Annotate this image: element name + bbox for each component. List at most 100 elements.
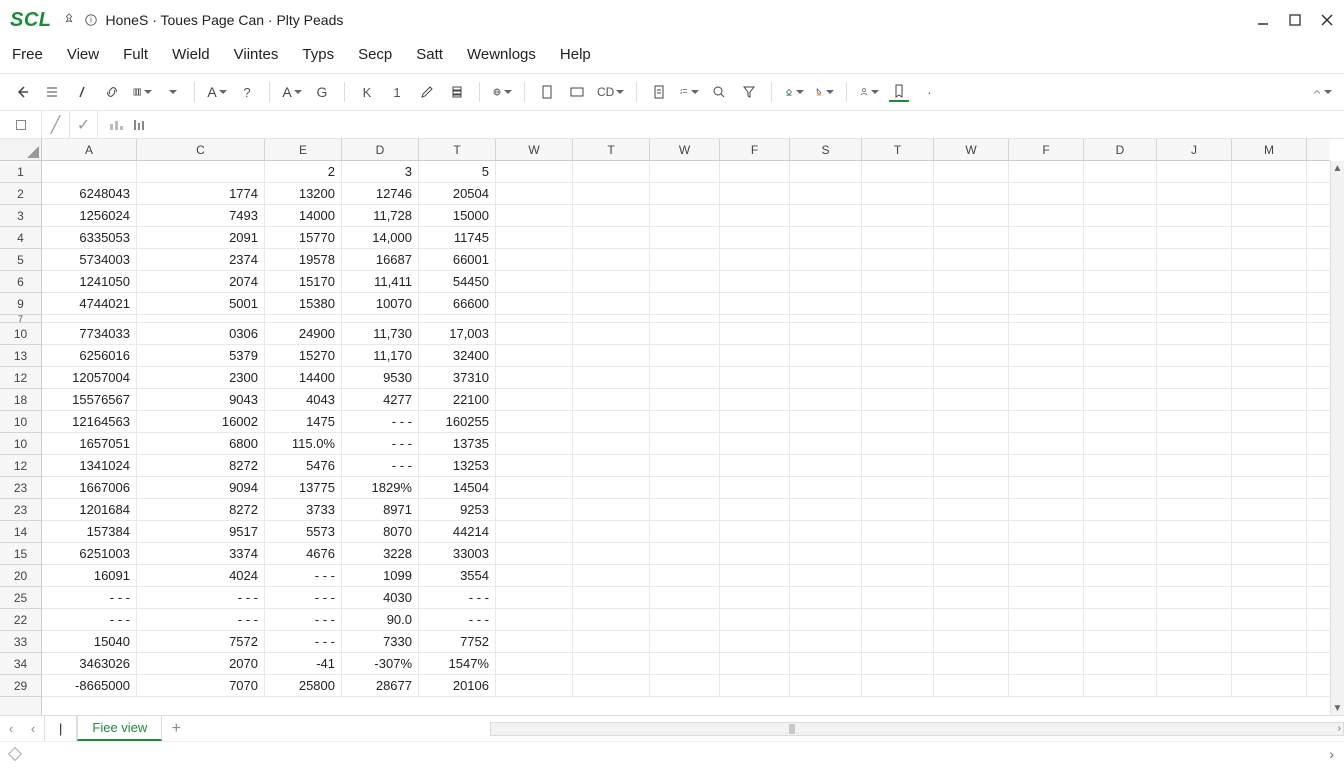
cell[interactable] [1009, 293, 1084, 314]
menu-typs[interactable]: Typs [302, 46, 334, 63]
cell[interactable] [934, 587, 1009, 608]
cell[interactable] [496, 499, 573, 520]
one-button[interactable]: 1 [387, 82, 407, 102]
cell[interactable] [496, 631, 573, 652]
cell[interactable] [934, 389, 1009, 410]
scroll-down-icon[interactable]: ▼ [1331, 701, 1344, 715]
cell[interactable] [573, 271, 650, 292]
cells-area[interactable]: 2356248043177413200127462050412560247493… [42, 161, 1330, 715]
cell[interactable] [1232, 249, 1307, 270]
column-header[interactable]: D [1084, 139, 1157, 160]
cell[interactable] [650, 631, 720, 652]
cell[interactable] [573, 183, 650, 204]
cell[interactable] [934, 631, 1009, 652]
g-button[interactable]: G [312, 82, 332, 102]
cell[interactable]: -307% [342, 653, 419, 674]
globe-icon[interactable] [492, 82, 512, 102]
cell[interactable] [1232, 293, 1307, 314]
cell[interactable]: 9530 [342, 367, 419, 388]
cell[interactable] [1157, 249, 1232, 270]
pin-icon[interactable] [62, 13, 76, 27]
cell[interactable]: 6248043 [42, 183, 137, 204]
cell[interactable]: 2374 [137, 249, 265, 270]
cell[interactable] [720, 499, 790, 520]
cell[interactable] [720, 587, 790, 608]
cell[interactable] [650, 389, 720, 410]
cell[interactable] [1232, 477, 1307, 498]
cell[interactable] [573, 455, 650, 476]
cell[interactable] [650, 183, 720, 204]
cell[interactable] [1084, 521, 1157, 542]
cell[interactable]: - - - [42, 587, 137, 608]
row-header[interactable]: 34 [0, 653, 41, 675]
cell[interactable] [1232, 161, 1307, 182]
cell[interactable] [496, 587, 573, 608]
row-header[interactable]: 29 [0, 675, 41, 697]
sheet-tab-active[interactable]: Fiee view [77, 716, 162, 741]
cell[interactable] [862, 455, 934, 476]
cell[interactable] [1009, 565, 1084, 586]
cell[interactable] [1009, 675, 1084, 696]
cell[interactable] [1084, 389, 1157, 410]
cell[interactable] [790, 249, 862, 270]
cell[interactable] [496, 293, 573, 314]
cell[interactable] [1157, 543, 1232, 564]
cell[interactable] [496, 183, 573, 204]
cell[interactable]: 90.0 [342, 609, 419, 630]
cell[interactable] [1084, 323, 1157, 344]
cell[interactable] [934, 315, 1009, 322]
cell[interactable] [1009, 609, 1084, 630]
more-icon[interactable]: · [919, 82, 939, 102]
cell[interactable]: 6256016 [42, 345, 137, 366]
cell[interactable] [1157, 499, 1232, 520]
cancel-icon[interactable]: ╱ [42, 111, 70, 138]
cell[interactable] [720, 323, 790, 344]
cell[interactable] [573, 345, 650, 366]
cell[interactable] [862, 205, 934, 226]
cell[interactable]: - - - [265, 631, 342, 652]
cell[interactable]: 16002 [137, 411, 265, 432]
filter-icon[interactable] [739, 82, 759, 102]
select-all-corner[interactable] [0, 139, 42, 161]
cell[interactable] [790, 653, 862, 674]
cell[interactable] [1084, 433, 1157, 454]
cell[interactable]: 8070 [342, 521, 419, 542]
cell[interactable] [1232, 271, 1307, 292]
cell[interactable] [573, 499, 650, 520]
cell[interactable]: 4744021 [42, 293, 137, 314]
cell[interactable] [650, 227, 720, 248]
cell[interactable] [573, 367, 650, 388]
cell[interactable] [934, 653, 1009, 674]
cell[interactable]: - - - [265, 565, 342, 586]
cell[interactable] [573, 477, 650, 498]
cell[interactable] [1157, 183, 1232, 204]
cell[interactable]: 22100 [419, 389, 496, 410]
cell[interactable] [496, 205, 573, 226]
name-box[interactable] [0, 111, 42, 138]
cell[interactable] [720, 631, 790, 652]
cell[interactable] [496, 367, 573, 388]
cell[interactable] [720, 653, 790, 674]
cell[interactable] [1157, 205, 1232, 226]
k-button[interactable]: K [357, 82, 377, 102]
cell[interactable] [790, 315, 862, 322]
row-header[interactable]: 23 [0, 477, 41, 499]
cell[interactable] [650, 521, 720, 542]
cell[interactable] [1084, 411, 1157, 432]
cell[interactable] [573, 323, 650, 344]
cell[interactable] [650, 477, 720, 498]
column-header[interactable]: M [1232, 139, 1307, 160]
cell[interactable] [1009, 345, 1084, 366]
cell[interactable] [862, 389, 934, 410]
cell[interactable] [650, 323, 720, 344]
cell[interactable] [1157, 323, 1232, 344]
cell[interactable] [42, 315, 137, 322]
cell[interactable] [1084, 565, 1157, 586]
cell[interactable] [862, 161, 934, 182]
cell[interactable] [137, 161, 265, 182]
cell[interactable]: 25800 [265, 675, 342, 696]
maximize-icon[interactable] [1288, 13, 1302, 27]
cell[interactable] [1232, 499, 1307, 520]
cell[interactable]: 28677 [342, 675, 419, 696]
bookmark-icon[interactable] [889, 82, 909, 102]
